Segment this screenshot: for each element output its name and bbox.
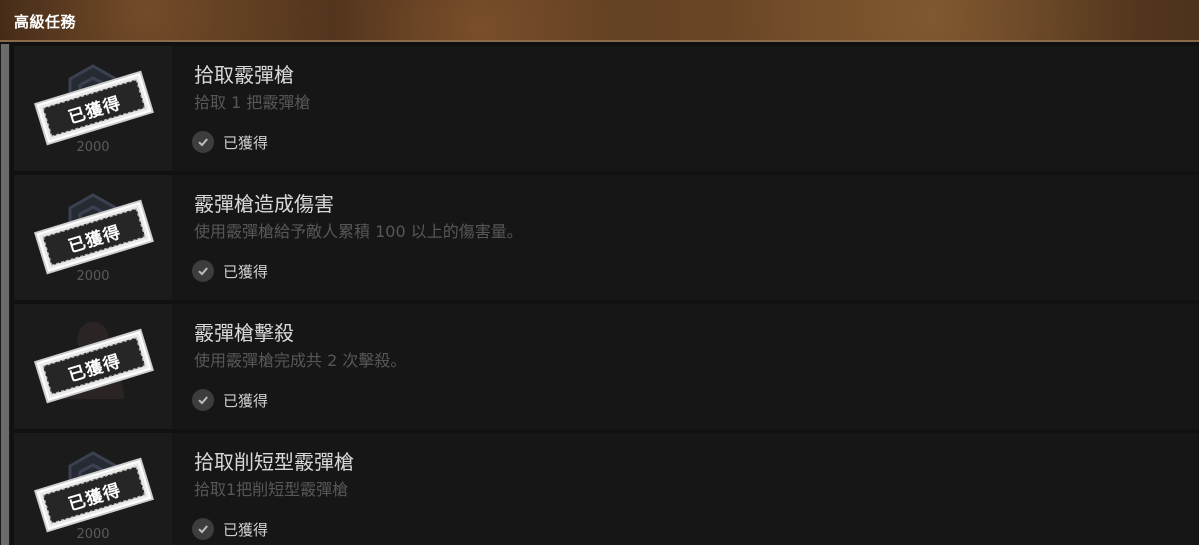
mission-list: 已獲得 2000 拾取霰彈槍 拾取 1 把霰彈槍 已獲得 已獲得 2000 霰彈…	[14, 46, 1199, 545]
mission-title: 拾取霰彈槍	[194, 63, 294, 87]
mission-title: 拾取削短型霰彈槍	[194, 450, 354, 474]
mission-item[interactable]: 已獲得 2000 霰彈槍造成傷害 使用霰彈槍給予敵人累積 100 以上的傷害量。…	[14, 175, 1199, 300]
mission-status-label: 已獲得	[223, 133, 269, 152]
mission-thumbnail: 已獲得	[14, 304, 172, 429]
mission-points: 2000	[76, 269, 110, 284]
mission-title: 霰彈槍擊殺	[194, 321, 294, 345]
mission-thumbnail: 已獲得 2000	[14, 433, 172, 545]
mission-description: 使用霰彈槍給予敵人累積 100 以上的傷害量。	[194, 222, 523, 241]
mission-item[interactable]: 已獲得 2000 拾取削短型霰彈槍 拾取1把削短型霰彈槍 已獲得	[14, 433, 1199, 545]
mission-points: 2000	[76, 527, 110, 542]
panel-header: 高級任務	[0, 0, 1199, 42]
advanced-missions-panel: 高級任務 已獲得 2000 拾取霰彈槍 拾取 1 把霰彈槍 已獲得 已獲得 20…	[0, 0, 1199, 545]
check-icon	[192, 260, 214, 282]
check-icon	[192, 389, 214, 411]
mission-status-label: 已獲得	[223, 262, 269, 281]
scrollbar-thumb[interactable]	[1, 44, 9, 545]
mission-status-label: 已獲得	[223, 391, 269, 410]
panel-title: 高級任務	[14, 13, 77, 31]
mission-item[interactable]: 已獲得 霰彈槍擊殺 使用霰彈槍完成共 2 次擊殺。 已獲得	[14, 304, 1199, 429]
mission-item[interactable]: 已獲得 2000 拾取霰彈槍 拾取 1 把霰彈槍 已獲得	[14, 46, 1199, 171]
mission-description: 拾取 1 把霰彈槍	[194, 93, 311, 112]
mission-thumbnail: 已獲得 2000	[14, 46, 172, 171]
mission-status: 已獲得	[192, 518, 268, 540]
mission-status: 已獲得	[192, 131, 268, 153]
check-icon	[192, 131, 214, 153]
mission-title: 霰彈槍造成傷害	[194, 192, 334, 216]
mission-status-label: 已獲得	[223, 520, 269, 539]
mission-status: 已獲得	[192, 389, 268, 411]
mission-status: 已獲得	[192, 260, 268, 282]
scrollbar[interactable]	[0, 44, 10, 545]
mission-description: 拾取1把削短型霰彈槍	[194, 480, 349, 499]
mission-points: 2000	[76, 140, 110, 155]
mission-description: 使用霰彈槍完成共 2 次擊殺。	[194, 351, 407, 370]
check-icon	[192, 518, 214, 540]
mission-thumbnail: 已獲得 2000	[14, 175, 172, 300]
